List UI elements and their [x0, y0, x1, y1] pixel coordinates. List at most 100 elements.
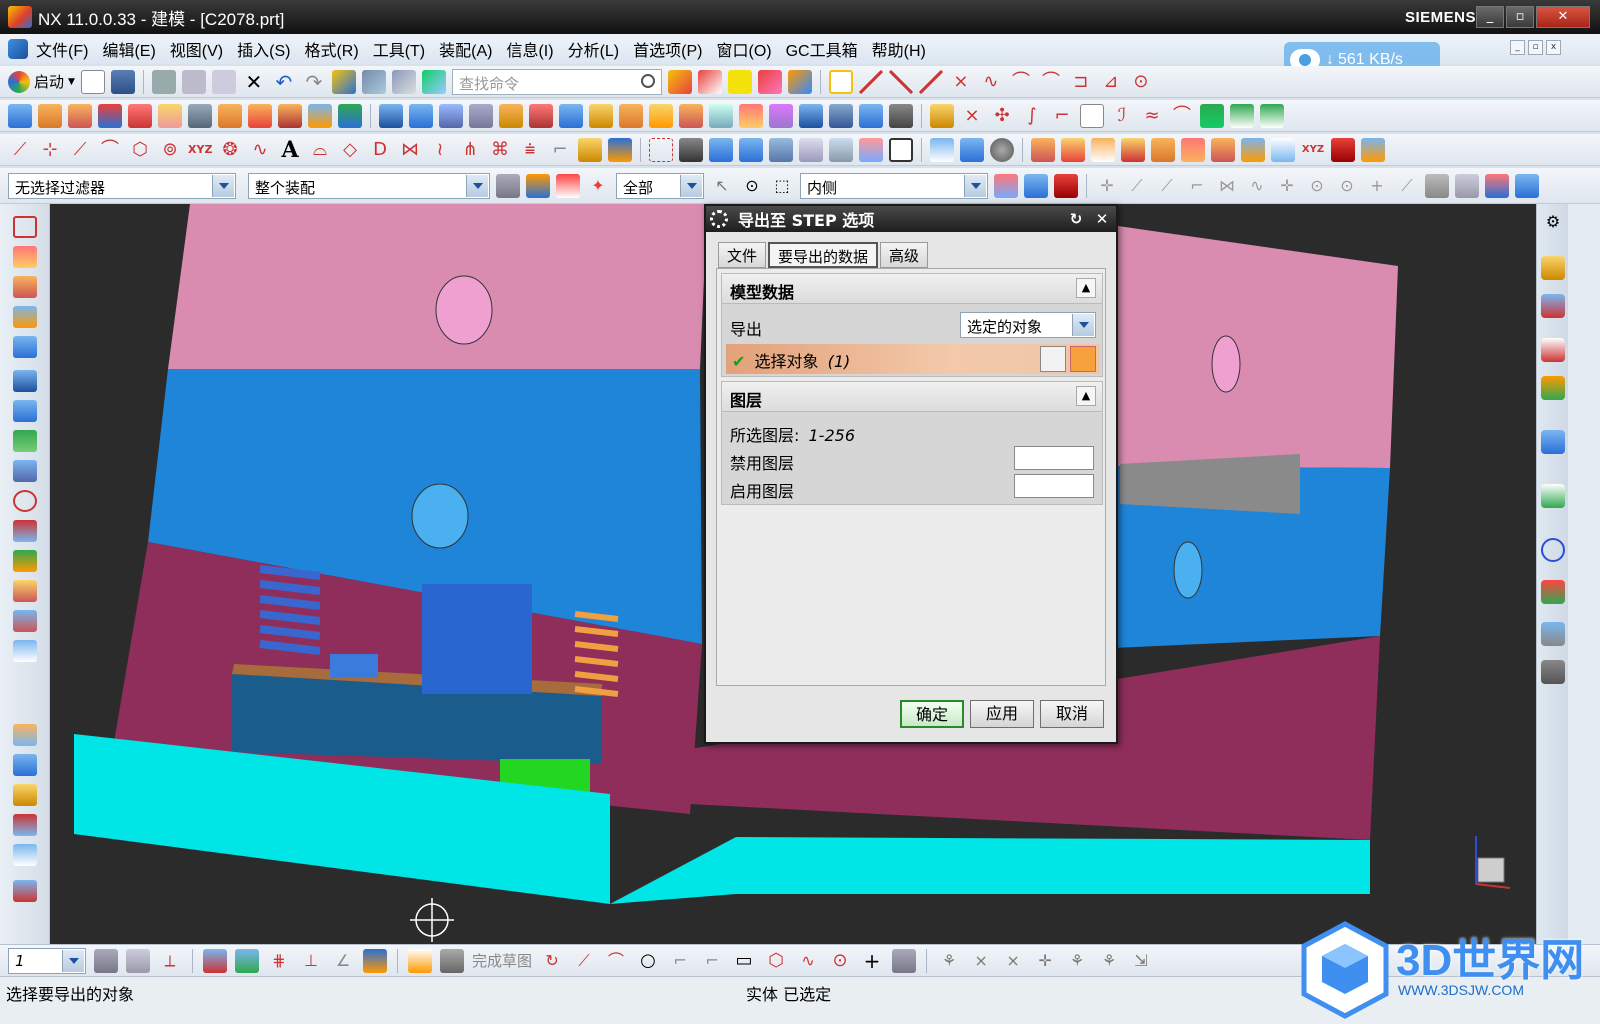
- electrode-icon[interactable]: [1361, 137, 1385, 162]
- background-icon[interactable]: [889, 137, 913, 162]
- runner-icon[interactable]: [1271, 137, 1295, 162]
- menu-tools[interactable]: 工具(T): [373, 37, 425, 61]
- add-selection-icon[interactable]: [1040, 346, 1066, 372]
- close-button[interactable]: ✕: [1536, 6, 1590, 28]
- dialog-close-icon[interactable]: ✕: [1092, 209, 1112, 229]
- studio-surface-icon[interactable]: [1080, 103, 1104, 128]
- command-search-input[interactable]: 查找命令: [451, 68, 662, 95]
- window-icon[interactable]: [391, 69, 416, 94]
- spline-icon[interactable]: ∿: [979, 70, 1003, 94]
- menu-help[interactable]: 帮助(H): [872, 37, 926, 61]
- subtract-icon[interactable]: [248, 103, 272, 128]
- sketch-arc-icon[interactable]: ⌒: [604, 949, 628, 973]
- sketch-rectangle-icon[interactable]: ▭: [732, 949, 756, 973]
- hole-icon[interactable]: [128, 103, 152, 128]
- sketch-line-icon[interactable]: ⟋: [572, 949, 596, 973]
- hd3d-tools-icon[interactable]: [1541, 430, 1565, 454]
- boss-icon[interactable]: [158, 103, 182, 128]
- paste-icon[interactable]: [211, 69, 236, 94]
- collapse-icon[interactable]: ▲: [1076, 386, 1096, 406]
- studio-icon[interactable]: [859, 137, 883, 162]
- assembly-icon[interactable]: [787, 69, 812, 94]
- ok-button[interactable]: 确定: [900, 700, 964, 728]
- sketch-plane-icon[interactable]: [13, 216, 37, 238]
- swept-icon[interactable]: ℐ: [1110, 104, 1134, 128]
- conic-icon[interactable]: ❂: [218, 138, 242, 162]
- arc-tool-icon[interactable]: ⌒: [98, 138, 122, 162]
- patch-icon[interactable]: ✣: [990, 104, 1014, 128]
- new-file-icon[interactable]: [80, 69, 105, 94]
- snap-point-icon[interactable]: ✛: [1095, 174, 1119, 198]
- sketch-chamfer-icon[interactable]: ⌐: [700, 949, 724, 973]
- reset-layout-icon[interactable]: [421, 69, 446, 94]
- polygon-icon[interactable]: ⬡: [128, 138, 152, 162]
- menu-file[interactable]: 文件(F): [36, 37, 88, 61]
- select-all-icon[interactable]: ↖: [710, 174, 734, 198]
- extrude-icon[interactable]: [68, 103, 92, 128]
- role-icon[interactable]: [1541, 660, 1565, 684]
- sketch-point-icon[interactable]: ⊙: [828, 949, 852, 973]
- sew-icon[interactable]: ⨯: [960, 104, 984, 128]
- snap-quadrant-icon[interactable]: ✛: [1275, 174, 1299, 198]
- thread-icon[interactable]: [188, 103, 212, 128]
- snap-bounded-icon[interactable]: [1425, 173, 1449, 198]
- sketch-plus-icon[interactable]: +: [860, 949, 884, 973]
- cylinder-icon[interactable]: [8, 103, 32, 128]
- multi-select-icon[interactable]: [1515, 173, 1539, 198]
- layer-icon[interactable]: [727, 69, 752, 94]
- minimize-button[interactable]: _: [1476, 6, 1504, 28]
- sketch-polygon-icon[interactable]: ⬡: [764, 949, 788, 973]
- assembly-filter-icon[interactable]: [496, 173, 520, 198]
- sphere-icon[interactable]: [990, 137, 1014, 162]
- helix-icon[interactable]: ⊚: [158, 138, 182, 162]
- sketch-icon[interactable]: [667, 69, 692, 94]
- mold-base-icon[interactable]: [1091, 137, 1115, 162]
- sketch-offset-icon[interactable]: [892, 948, 917, 973]
- menu-format[interactable]: 格式(R): [304, 37, 358, 61]
- measure-angle-icon[interactable]: ∠: [331, 949, 355, 973]
- project-curve-icon[interactable]: ◇: [338, 138, 362, 162]
- fillet-curve-icon[interactable]: ⌐: [548, 138, 572, 162]
- snap-arc-center-icon[interactable]: ∿: [1245, 174, 1269, 198]
- move-face-icon[interactable]: [769, 103, 793, 128]
- color-filter-icon[interactable]: ✦: [586, 174, 610, 198]
- synchronous-icon[interactable]: [799, 103, 823, 128]
- finish-sketch-icon[interactable]: [440, 948, 464, 973]
- snap-endpoint-icon[interactable]: ⟋: [1125, 174, 1149, 198]
- sketch-corner-icon[interactable]: ✛: [1033, 949, 1057, 973]
- analysis-icon[interactable]: [13, 880, 37, 902]
- snap-pole-icon[interactable]: ⟋: [1395, 174, 1419, 198]
- measure-distance-icon[interactable]: ⋕: [267, 949, 291, 973]
- snap-intersection-icon[interactable]: ⋈: [1215, 174, 1239, 198]
- block-icon[interactable]: [38, 103, 62, 128]
- cooling-icon[interactable]: [1331, 137, 1355, 162]
- redo-icon[interactable]: ↷: [302, 70, 326, 94]
- mold-wizard-icon[interactable]: [1031, 137, 1055, 162]
- divide-curve-icon[interactable]: [608, 137, 632, 162]
- select-object-row[interactable]: ✔ 选择对象 (1): [726, 344, 1100, 374]
- offset-region-icon[interactable]: [679, 103, 703, 128]
- assembly-navigator-icon[interactable]: [1541, 256, 1565, 280]
- snap-body-icon[interactable]: [1054, 173, 1078, 198]
- menu-insert[interactable]: 插入(S): [237, 37, 290, 61]
- fit-icon[interactable]: [649, 137, 673, 162]
- isoparametric-icon[interactable]: ⋔: [458, 138, 482, 162]
- reset-icon[interactable]: ↻: [1066, 209, 1086, 229]
- surface-grid-icon[interactable]: [13, 400, 37, 422]
- touch-mode-icon[interactable]: [361, 69, 386, 94]
- standard-part-icon[interactable]: [1121, 137, 1145, 162]
- process-studio-icon[interactable]: [1541, 622, 1565, 646]
- collapse-icon[interactable]: ▲: [1076, 278, 1096, 298]
- mdi-minimize-button[interactable]: _: [1510, 40, 1525, 55]
- menu-gc-toolbox[interactable]: GC工具箱: [786, 37, 858, 61]
- trim-sheet-icon[interactable]: [1260, 103, 1284, 128]
- move-object-icon[interactable]: [757, 69, 782, 94]
- quick-pick-icon[interactable]: [1485, 173, 1509, 198]
- emboss-icon[interactable]: [649, 103, 673, 128]
- move-to-layer-icon[interactable]: [126, 948, 150, 973]
- sketch-circle-icon[interactable]: ○: [636, 949, 660, 973]
- snap-on-face-icon[interactable]: +: [1365, 174, 1389, 198]
- section-curve-icon[interactable]: ⌘: [488, 138, 512, 162]
- intersection-curve-icon[interactable]: D: [368, 138, 392, 162]
- wireframe-icon[interactable]: [799, 137, 823, 162]
